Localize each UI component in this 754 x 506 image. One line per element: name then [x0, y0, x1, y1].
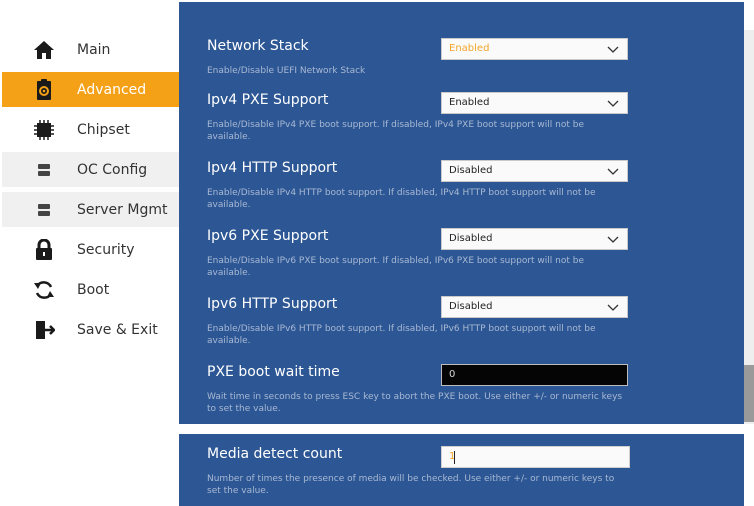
- exit-door-icon: [32, 318, 56, 342]
- setting-help: Number of times the presence of media wi…: [207, 474, 615, 496]
- sidebar-item-chipset[interactable]: Chipset: [2, 112, 179, 147]
- setting-help: Enable/Disable IPv4 PXE boot support. If…: [207, 120, 584, 142]
- setting-help: Enable/Disable IPv6 PXE boot support. If…: [207, 256, 584, 278]
- sidebar-item-label: OC Config: [77, 161, 148, 178]
- sidebar-item-advanced[interactable]: Advanced: [2, 72, 179, 107]
- select-value: Disabled: [449, 301, 493, 312]
- sidebar-item-label: Server Mgmt: [77, 201, 168, 218]
- sidebar-item-boot[interactable]: Boot: [2, 272, 179, 307]
- ipv6-http-select[interactable]: Disabled: [441, 296, 628, 318]
- lock-icon: [32, 238, 56, 262]
- setting-title-ipv4-http: Ipv4 HTTP Support: [207, 160, 338, 176]
- home-icon: [32, 38, 56, 62]
- text-caret: [454, 451, 455, 464]
- clipboard-gear-icon: [32, 78, 56, 102]
- setting-title-media-detect: Media detect count: [207, 446, 343, 462]
- sidebar-item-label: Save & Exit: [77, 321, 158, 338]
- select-value: Disabled: [449, 165, 493, 176]
- setting-title-ipv4-pxe: Ipv4 PXE Support: [207, 92, 329, 108]
- input-value: 0: [449, 369, 456, 380]
- ipv4-http-select[interactable]: Disabled: [441, 160, 628, 182]
- sidebar-item-label: Main: [77, 41, 111, 58]
- ipv4-pxe-select[interactable]: Enabled: [441, 92, 628, 114]
- sidebar-item-label: Security: [77, 241, 135, 258]
- chevron-down-icon: [607, 100, 619, 107]
- chevron-down-icon: [607, 168, 619, 175]
- scrollbar-thumb[interactable]: [744, 365, 754, 422]
- media-detect-count-input[interactable]: 1: [441, 446, 630, 468]
- setting-title-pxe-wait: PXE boot wait time: [207, 364, 340, 380]
- chevron-down-icon: [607, 46, 619, 53]
- select-value: Enabled: [449, 43, 490, 54]
- chevron-down-icon: [607, 236, 619, 243]
- sidebar-item-label: Boot: [77, 281, 110, 298]
- select-value: Disabled: [449, 233, 493, 244]
- setting-title-network-stack: Network Stack: [207, 38, 309, 54]
- setting-help: Enable/Disable IPv6 HTTP boot support. I…: [207, 324, 596, 346]
- setting-help: Enable/Disable IPv4 HTTP boot support. I…: [207, 188, 596, 210]
- sidebar: Main Advanced Chipset OC Config Server M…: [0, 0, 179, 506]
- ipv6-pxe-select[interactable]: Disabled: [441, 228, 628, 250]
- stack-icon: [32, 158, 56, 182]
- stack-icon: [32, 198, 56, 222]
- network-stack-select[interactable]: Enabled: [441, 38, 628, 60]
- sidebar-item-oc-config[interactable]: OC Config: [2, 152, 179, 187]
- sidebar-item-save-exit[interactable]: Save & Exit: [2, 312, 179, 347]
- chip-icon: [32, 118, 56, 142]
- sidebar-item-server-mgmt[interactable]: Server Mgmt: [2, 192, 179, 227]
- sidebar-item-main[interactable]: Main: [2, 32, 179, 67]
- setting-title-ipv6-http: Ipv6 HTTP Support: [207, 296, 338, 312]
- refresh-icon: [32, 278, 56, 302]
- chevron-down-icon: [607, 304, 619, 311]
- sidebar-item-label: Advanced: [77, 81, 147, 98]
- setting-help: Enable/Disable UEFI Network Stack: [207, 66, 366, 76]
- sidebar-item-label: Chipset: [77, 121, 130, 138]
- sidebar-item-security[interactable]: Security: [2, 232, 179, 267]
- pxe-wait-time-input[interactable]: 0: [441, 364, 628, 386]
- setting-help: Wait time in seconds to press ESC key to…: [207, 392, 623, 414]
- setting-title-ipv6-pxe: Ipv6 PXE Support: [207, 228, 329, 244]
- select-value: Enabled: [449, 97, 490, 108]
